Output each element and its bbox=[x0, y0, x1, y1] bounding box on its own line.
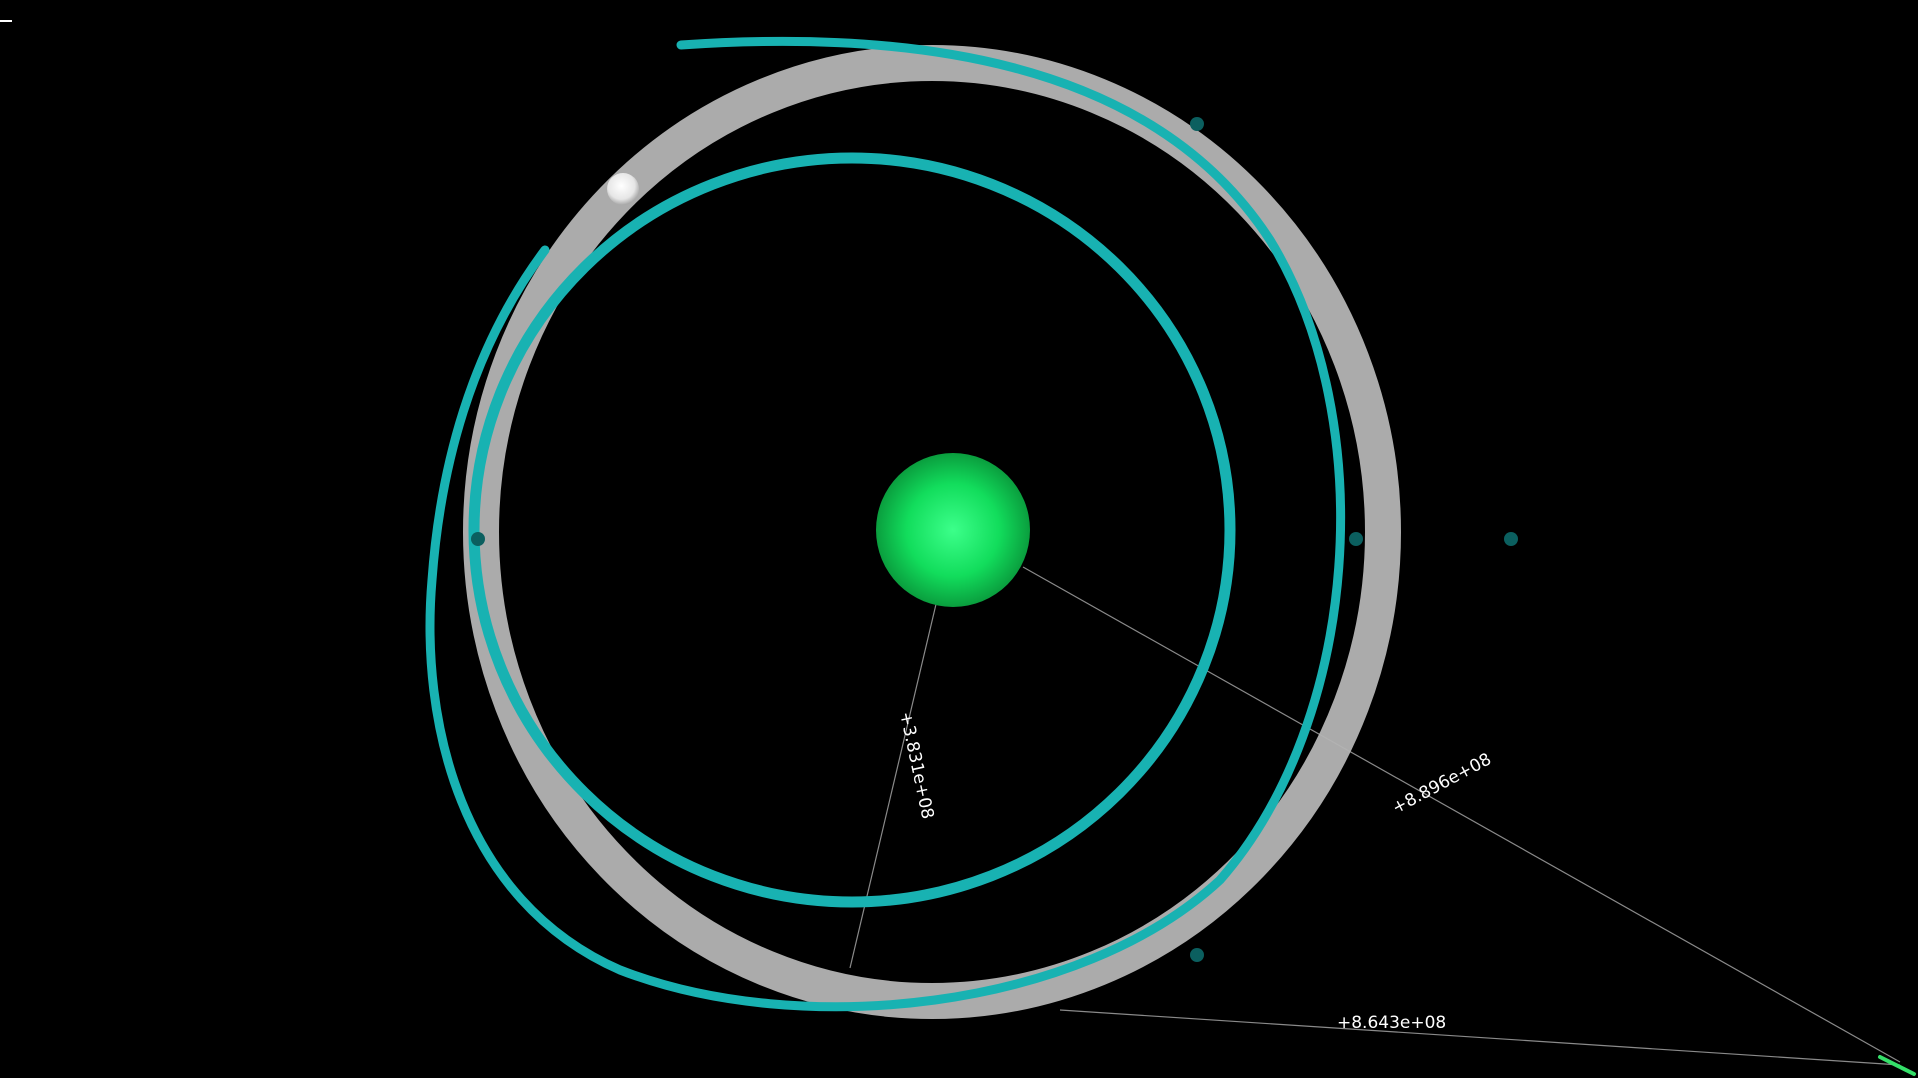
lagrange-point-marker[interactable] bbox=[1190, 117, 1204, 131]
diagonal-distance-label: +8.896e+08 bbox=[1389, 749, 1495, 818]
orbit-viewport[interactable]: +3.831e+08 +8.896e+08 +8.643e+08 bbox=[0, 0, 1918, 1078]
lagrange-point-marker[interactable] bbox=[1190, 948, 1204, 962]
lagrange-point-marker[interactable] bbox=[1504, 532, 1518, 546]
lagrange-point-marker[interactable] bbox=[471, 532, 485, 546]
diagonal-measure-line bbox=[1022, 566, 1901, 1063]
moon[interactable] bbox=[607, 173, 639, 205]
lagrange-point-marker[interactable] bbox=[1349, 532, 1363, 546]
radial-distance-label: +3.831e+08 bbox=[895, 710, 937, 821]
spacecraft-icon[interactable] bbox=[1878, 1055, 1916, 1076]
bottom-distance-label: +8.643e+08 bbox=[1337, 1013, 1446, 1033]
inner-trajectory-orbit bbox=[468, 152, 1236, 908]
central-body[interactable] bbox=[876, 453, 1030, 607]
bottom-measure-line bbox=[1059, 1009, 1901, 1066]
